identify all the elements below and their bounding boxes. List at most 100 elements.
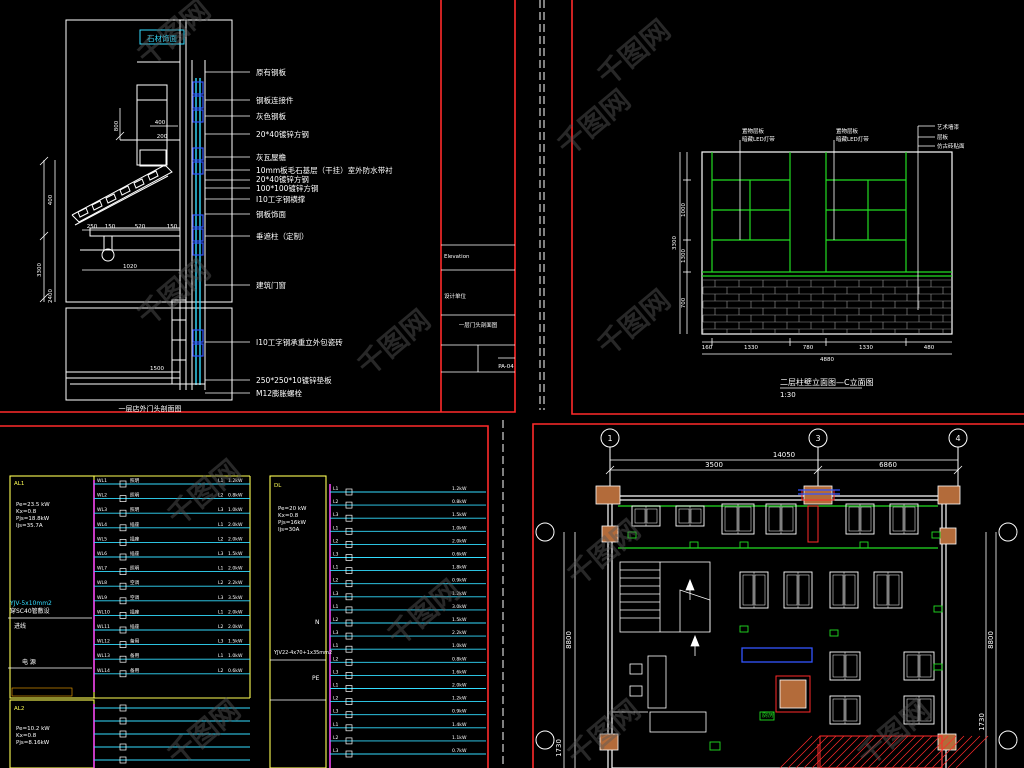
circuit-kw: 1.0kW: [452, 643, 467, 649]
feeder-in: 进线: [14, 622, 26, 630]
dim-250: 250: [87, 224, 98, 230]
svg-text:3300: 3300: [672, 236, 678, 250]
section-label-3: 灰色钢板: [256, 111, 286, 121]
circuit-kw: 1.2kW: [452, 486, 467, 492]
box2-name: AL2: [14, 706, 24, 712]
section-label-8: 100*100镀锌方钢: [256, 183, 318, 193]
svg-text:1330: 1330: [859, 345, 873, 351]
circuit-kw: 1.5kW: [228, 639, 243, 645]
svg-text:480: 480: [924, 345, 935, 351]
circuit-id: WL9: [97, 595, 107, 601]
circuit-id: WL1: [97, 478, 107, 484]
box1-spec-3: Pjs=18.8kW: [16, 516, 50, 522]
dim-150b: 150: [167, 224, 178, 230]
section-label-4: 20*40镀锌方钢: [256, 129, 309, 139]
axis-label-3: 4: [955, 434, 960, 443]
circuit-id: WL12: [97, 639, 110, 645]
section-label-13: I10工字钢承重立外包瓷砖: [256, 337, 343, 347]
plan-dim-right: 8800: [987, 631, 995, 649]
circuit-phase: L3: [218, 595, 224, 601]
svg-text:一层门头剖面图: 一层门头剖面图: [459, 321, 498, 329]
section-caption: 一层店外门头剖面图: [119, 404, 182, 413]
circuit-phase: L2: [218, 624, 224, 630]
circuit-desc: 照明: [130, 566, 140, 572]
circuit-kw: 2.2kW: [228, 580, 243, 586]
section-label-11: 垂遮柱（定制）: [256, 231, 309, 241]
circuit-phase: L2: [218, 580, 224, 586]
dim-400: 400: [155, 120, 166, 126]
svg-text:1000: 1000: [681, 203, 687, 217]
circuit-kw: 0.6kW: [228, 668, 243, 674]
circuit-phase: L1: [333, 643, 339, 649]
circuit-phase: L1: [333, 722, 339, 728]
plan-dim-total: 14050: [773, 451, 795, 459]
circuit-desc: 插座: [130, 535, 140, 542]
circuit-kw: 0.9kW: [452, 709, 467, 715]
circuit-desc: 照明: [130, 507, 140, 513]
circuit-desc: 备用: [130, 638, 140, 645]
circuit-id: WL8: [97, 580, 107, 586]
elevation-scale: 1:30: [780, 391, 796, 399]
circuit-desc: 插座: [130, 608, 140, 615]
elevation-caption: 二层柱壁立面图—C立面图: [780, 377, 874, 387]
circuit-phase: L2: [218, 668, 224, 674]
svg-text:780: 780: [803, 345, 814, 351]
elev-label-r3: 仿古砖贴面: [937, 142, 965, 150]
dim-150: 150: [105, 224, 116, 230]
circuit-id: WL11: [97, 624, 110, 630]
dim-1020: 1020: [123, 264, 137, 270]
circuit-kw: 2.2kW: [452, 630, 467, 636]
circuit-id: WL6: [97, 551, 107, 557]
dim-3300: 3300: [37, 263, 43, 277]
circuit-kw: 2.0kW: [228, 609, 243, 615]
circuit-desc: 备用: [130, 652, 140, 659]
plan-dim-2: 6860: [879, 461, 897, 469]
circuit-kw: 2.0kW: [452, 683, 467, 689]
section-label-2: 钢板连接件: [256, 95, 294, 105]
circuit-desc: 空调: [130, 579, 140, 586]
svg-text:1330: 1330: [744, 345, 758, 351]
circuit-phase: L2: [333, 499, 339, 505]
circuit-id: WL5: [97, 536, 107, 542]
circuit-phase: L1: [333, 486, 339, 492]
section-label-10: 钢板饰面: [256, 209, 286, 219]
circuit-kw: 0.6kW: [452, 552, 467, 558]
circuit-id: WL4: [97, 522, 107, 528]
circuit-kw: 3.5kW: [228, 595, 243, 601]
circuit-phase: L3: [333, 591, 339, 597]
circuit-phase: L1: [218, 566, 224, 572]
section-label-9: I10工字钢横撑: [256, 194, 306, 204]
section-label-6: 10mm板毛石基层（干挂）室外防水带衬: [256, 165, 393, 175]
elev-total-dim: 4880: [820, 357, 834, 363]
elev-label-r1: 艺术墙漆: [937, 123, 960, 131]
section-label-7: 20*40镀锌方钢: [256, 174, 309, 184]
circuit-id: WL2: [97, 493, 107, 499]
circuit-phase: L3: [333, 552, 339, 558]
section-label-1: 原有钢板: [256, 67, 286, 77]
circuit-desc: 照明: [130, 478, 140, 484]
dim-1500: 1500: [150, 366, 164, 372]
circuit-phase: L3: [218, 639, 224, 645]
circuit-desc: 插座: [130, 521, 140, 528]
box3-name: DL: [274, 483, 282, 489]
circuit-phase: L1: [218, 609, 224, 615]
plan-dim-right-2: 1730: [978, 713, 986, 731]
circuit-kw: 1.0kW: [228, 653, 243, 659]
circuit-desc: 空调: [130, 594, 140, 601]
circuit-phase: L1: [333, 683, 339, 689]
svg-text:700: 700: [681, 297, 687, 308]
circuit-phase: L3: [218, 507, 224, 513]
circuit-kw: 2.0kW: [228, 536, 243, 542]
circuit-kw: 1.5kW: [452, 512, 467, 518]
circuit-phase: L1: [333, 565, 339, 571]
circuit-kw: 2.0kW: [452, 538, 467, 544]
circuit-kw: 1.0kW: [452, 525, 467, 531]
elev-label-2: 暗藏LED灯带: [742, 135, 775, 143]
svg-text:160: 160: [702, 345, 713, 351]
circuit-phase: L2: [333, 578, 339, 584]
circuit-phase: L2: [333, 656, 339, 662]
section-label-15: M12膨胀螺栓: [256, 388, 303, 398]
box2-spec-3: Pjs=8.16kW: [16, 740, 50, 746]
box3-spec-4: Ijs=30A: [278, 527, 300, 533]
dim-200: 200: [157, 134, 168, 140]
